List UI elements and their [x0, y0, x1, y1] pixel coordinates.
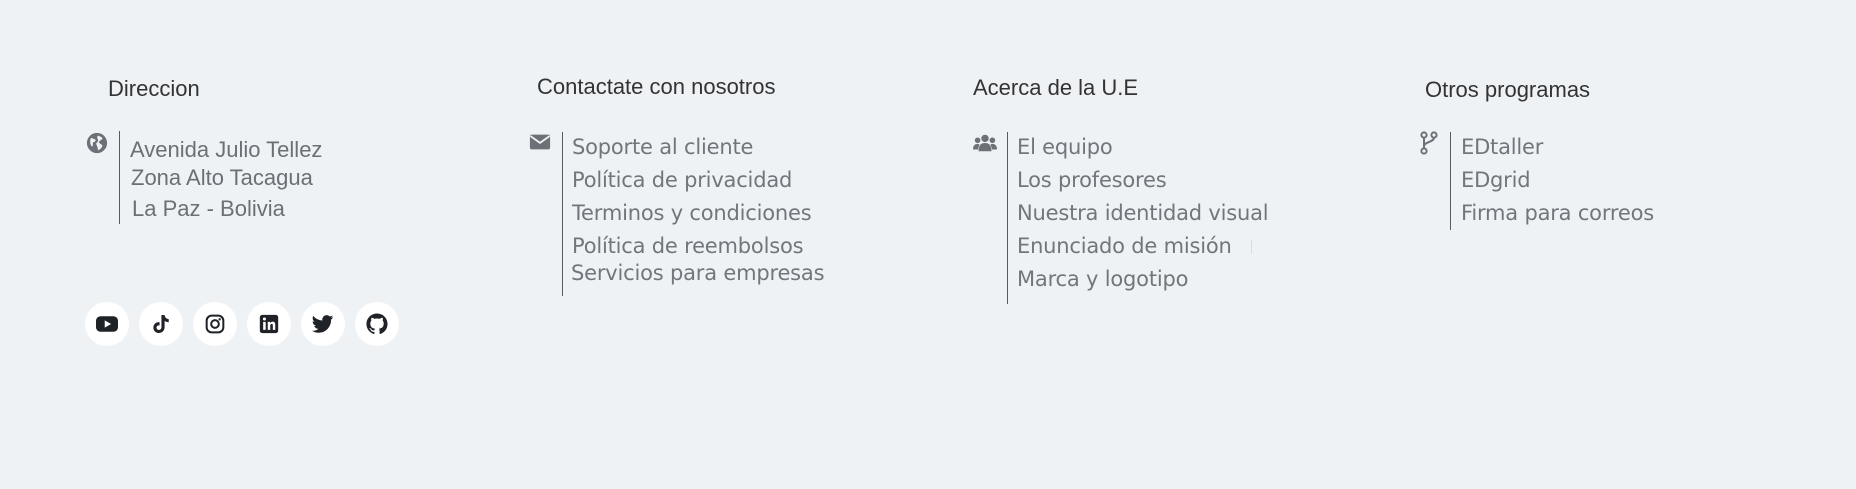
link-nuestra-identidad-visual[interactable]: Nuestra identidad visual: [1017, 201, 1269, 225]
address-line: La Paz - Bolivia: [132, 196, 285, 221]
link-edgrid[interactable]: EDgrid: [1461, 168, 1531, 192]
link-terminos-y-condiciones[interactable]: Terminos y condiciones: [572, 201, 812, 225]
twitter-icon: [312, 315, 334, 333]
link-el-equipo[interactable]: El equipo: [1017, 135, 1113, 159]
link-politica-de-reembolsos[interactable]: Política de reembolsos: [572, 234, 804, 258]
link-soporte-al-cliente[interactable]: Soporte al cliente: [572, 135, 753, 159]
otros-heading: Otros programas: [1425, 77, 1591, 102]
link-firma-para-correos[interactable]: Firma para correos: [1461, 201, 1654, 225]
github-button[interactable]: [355, 302, 399, 346]
address-line: Zona Alto Tacagua: [131, 165, 313, 190]
link-edtaller[interactable]: EDtaller: [1461, 135, 1543, 159]
globe-icon: [85, 131, 109, 155]
link-politica-de-privacidad[interactable]: Política de privacidad: [572, 168, 792, 192]
direccion-heading: Direccion: [108, 76, 200, 101]
linkedin-icon: [259, 314, 279, 334]
users-icon: [973, 131, 997, 155]
youtube-icon: [96, 316, 118, 332]
address-line: Avenida Julio Tellez: [130, 137, 323, 162]
divider-tick: [1251, 240, 1252, 254]
instagram-button[interactable]: [193, 302, 237, 346]
instagram-icon: [205, 314, 225, 334]
contacto-divider: [562, 132, 563, 296]
acerca-heading: Acerca de la U.E: [973, 75, 1139, 100]
linkedin-button[interactable]: [247, 302, 291, 346]
link-marca-y-logotipo[interactable]: Marca y logotipo: [1017, 267, 1188, 291]
link-enunciado-de-mision[interactable]: Enunciado de misión: [1017, 234, 1232, 258]
envelope-icon: [528, 130, 552, 154]
youtube-button[interactable]: [85, 302, 129, 346]
tiktok-button[interactable]: [139, 302, 183, 346]
link-los-profesores[interactable]: Los profesores: [1017, 168, 1167, 192]
contacto-heading: Contactate con nosotros: [537, 74, 776, 99]
github-icon: [366, 313, 388, 335]
direccion-divider: [119, 131, 120, 224]
code-branch-icon: [1417, 131, 1441, 155]
link-servicios-para-empresas[interactable]: Servicios para empresas: [571, 261, 825, 285]
tiktok-icon: [152, 314, 170, 334]
acerca-divider: [1007, 132, 1008, 304]
otros-divider: [1450, 132, 1451, 230]
twitter-button[interactable]: [301, 302, 345, 346]
